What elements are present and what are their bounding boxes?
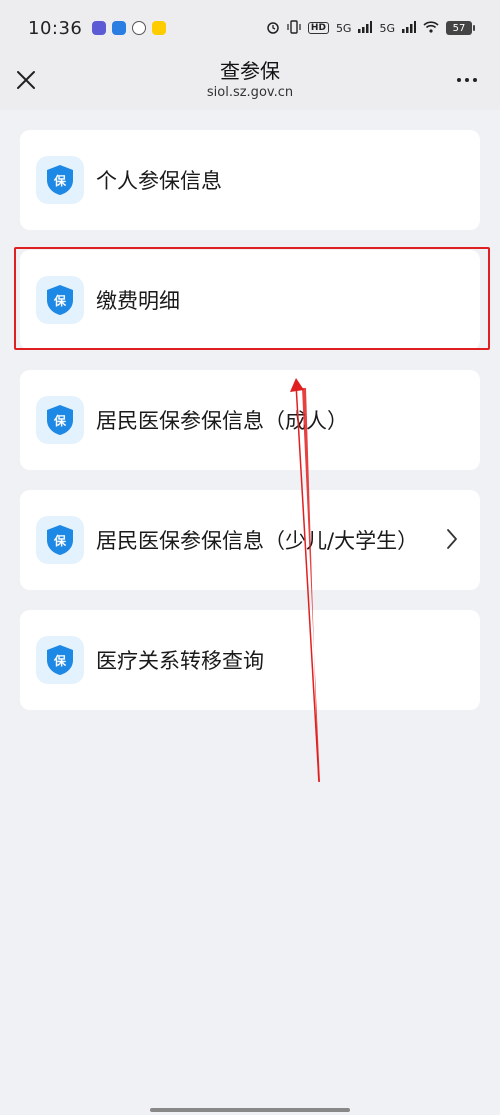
app-notification-icon bbox=[92, 21, 107, 35]
shield-glyph: 保 bbox=[53, 533, 67, 548]
chevron-right-icon bbox=[447, 529, 457, 549]
menu-item-label: 缴费明细 bbox=[96, 289, 180, 313]
battery-icon: 57 bbox=[446, 21, 475, 35]
menu-item-label: 医疗关系转移查询 bbox=[96, 649, 264, 673]
notification-icons bbox=[92, 21, 167, 35]
menu-item-payment-details[interactable]: 保 缴费明细 bbox=[20, 250, 480, 350]
chat-notification-icon bbox=[132, 21, 147, 35]
meituan-notification-icon bbox=[152, 21, 167, 35]
shield-glyph: 保 bbox=[53, 653, 67, 668]
insurance-shield-icon: 保 bbox=[36, 516, 84, 564]
alarm-icon bbox=[266, 20, 280, 37]
shield-glyph: 保 bbox=[53, 293, 67, 308]
insurance-shield-icon: 保 bbox=[36, 396, 84, 444]
vibrate-icon bbox=[287, 19, 301, 37]
menu-item-personal-insurance-info[interactable]: 保 个人参保信息 bbox=[20, 130, 480, 230]
hd-badge: HD bbox=[307, 22, 329, 34]
insurance-shield-icon: 保 bbox=[36, 636, 84, 684]
home-indicator[interactable] bbox=[150, 1108, 350, 1112]
page-url: siol.sz.gov.cn bbox=[206, 85, 294, 100]
menu-item-label: 居民医保参保信息（少儿/大学生） bbox=[96, 529, 419, 553]
more-options-button[interactable] bbox=[452, 68, 482, 92]
more-dot-icon bbox=[457, 78, 461, 82]
nav-title-group: 查参保 siol.sz.gov.cn bbox=[0, 58, 500, 102]
menu-item-label: 居民医保参保信息（成人） bbox=[96, 409, 348, 433]
menu-item-label: 个人参保信息 bbox=[96, 169, 222, 193]
feishu-notification-icon bbox=[112, 21, 127, 35]
menu-item-resident-insurance-adult[interactable]: 保 居民医保参保信息（成人） bbox=[20, 370, 480, 470]
menu-item-resident-insurance-child-student[interactable]: 保 居民医保参保信息（少儿/大学生） bbox=[20, 490, 480, 590]
system-icons: HD 5G 5G 57 bbox=[266, 19, 475, 37]
insurance-shield-icon: 保 bbox=[36, 156, 84, 204]
more-dot-icon bbox=[465, 78, 469, 82]
signal-bars-icon-2 bbox=[402, 20, 416, 36]
status-bar: 10:36 HD 5G 5G 57 bbox=[0, 0, 500, 56]
nav-bar: 查参保 siol.sz.gov.cn bbox=[0, 56, 500, 110]
more-dot-icon bbox=[473, 78, 477, 82]
shield-glyph: 保 bbox=[53, 173, 67, 188]
shield-glyph: 保 bbox=[53, 413, 67, 428]
status-time: 10:36 bbox=[28, 17, 83, 39]
signal-1-label: 5G bbox=[335, 21, 352, 35]
menu-item-medical-transfer-query[interactable]: 保 医疗关系转移查询 bbox=[20, 610, 480, 710]
wifi-icon bbox=[423, 20, 439, 36]
signal-bars-icon bbox=[358, 20, 373, 36]
signal-2-label: 5G bbox=[379, 21, 395, 35]
insurance-shield-icon: 保 bbox=[36, 276, 84, 324]
page-title: 查参保 bbox=[220, 59, 280, 83]
